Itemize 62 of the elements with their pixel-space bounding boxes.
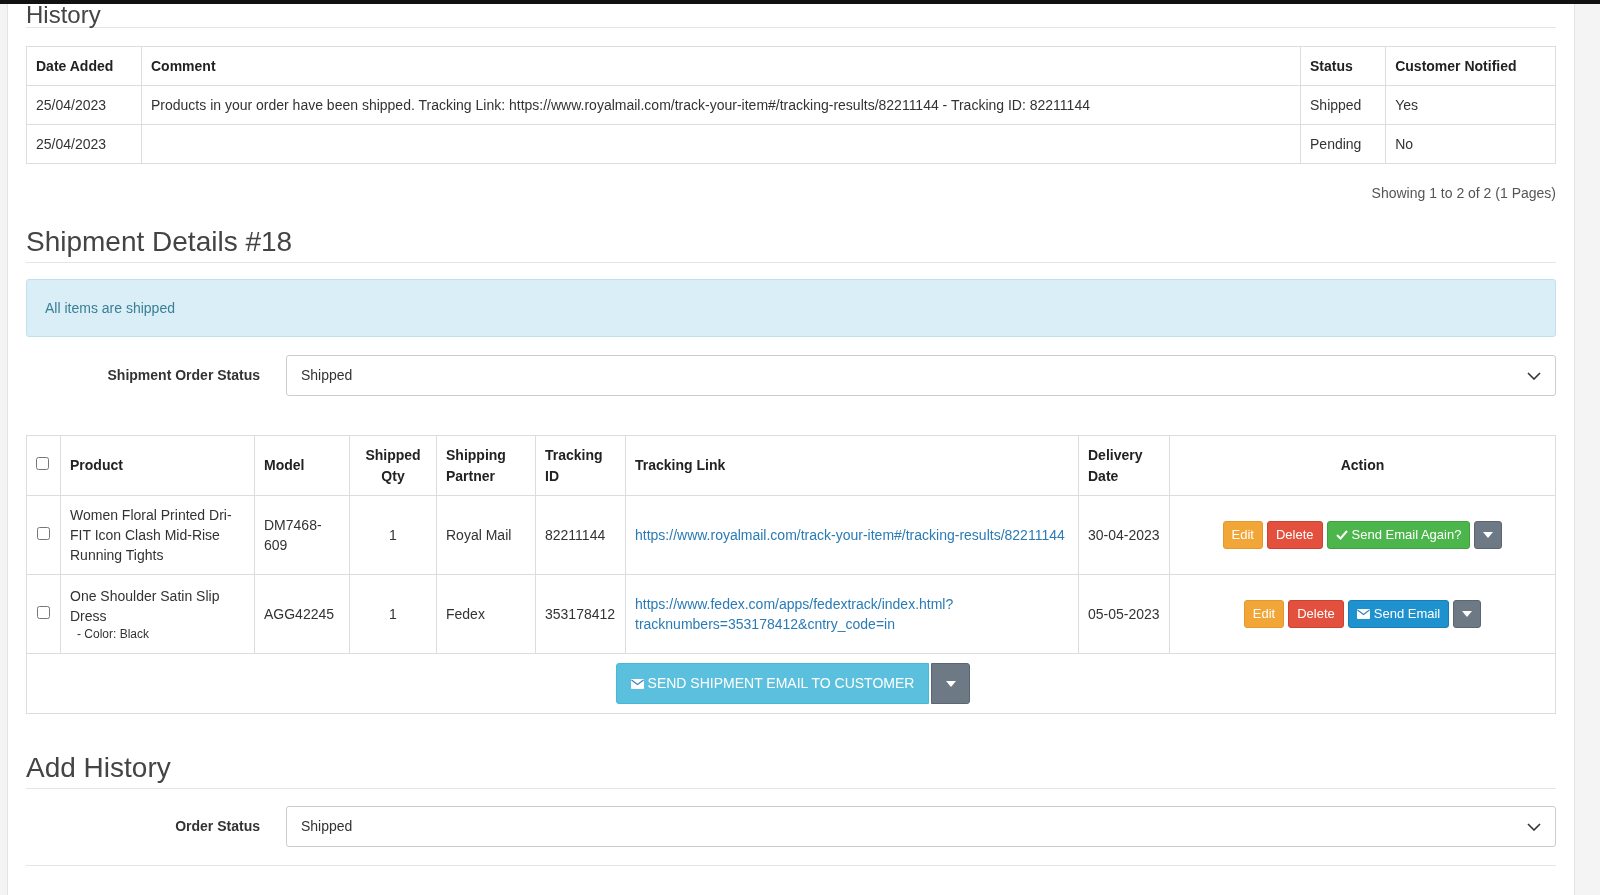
table-cell: Yes xyxy=(1395,96,1419,113)
table-cell: DM7468-609 xyxy=(264,517,322,553)
table-cell: 353178412 xyxy=(545,605,616,622)
table-cell: 82211144 xyxy=(545,526,606,543)
table-cell: Royal Mail xyxy=(446,526,512,543)
table-cell: Shipped xyxy=(1310,96,1362,113)
product-name: One Shoulder Satin Slip Dress xyxy=(70,587,221,626)
column-header: Tracking Link xyxy=(635,457,726,473)
select-all-checkbox[interactable] xyxy=(36,457,49,470)
field-label: Order Status xyxy=(174,817,261,836)
edit-button[interactable]: Edit xyxy=(1243,600,1285,628)
edit-button[interactable]: Edit xyxy=(1222,521,1263,549)
section-title: Shipment Details #18 xyxy=(26,225,294,259)
delete-button[interactable]: Delete xyxy=(1288,600,1344,628)
mail-icon xyxy=(1356,609,1370,619)
table-cell: 30-04-2023 xyxy=(1088,527,1160,543)
column-header: Comment xyxy=(151,57,216,74)
status-select[interactable]: Shipped xyxy=(286,355,1556,396)
product-option: - Color: Black xyxy=(70,626,245,642)
dropdown-button[interactable] xyxy=(931,663,971,704)
table-cell: 1 xyxy=(389,526,397,543)
table-cell: 05-05-2023 xyxy=(1088,606,1160,622)
column-header: Model xyxy=(264,457,305,473)
table-cell: Fedex xyxy=(446,605,485,622)
column-header: Status xyxy=(1310,57,1353,74)
column-header: Customer Notified xyxy=(1395,57,1517,74)
table-cell: 25/04/2023 xyxy=(36,135,107,152)
column-header: Action xyxy=(1340,457,1385,473)
row-checkbox[interactable] xyxy=(37,605,50,619)
resend-email-button[interactable]: Send Email Again? xyxy=(1326,521,1471,549)
column-header: Date Added xyxy=(36,57,114,74)
table-cell: No xyxy=(1395,135,1414,152)
table-cell: Products in your order have been shipped. Tracking Link: https://www.royalmail.com/track-your-item#/tracking-results/82211144 - Tracking ID: 82211144 xyxy=(151,96,1090,113)
info-alert: All items are shipped xyxy=(26,279,1556,337)
send-shipment-email-button[interactable]: SEND SHIPMENT EMAIL TO CUSTOMER xyxy=(615,663,930,704)
send-email-button[interactable]: Send Email xyxy=(1347,600,1450,628)
row-checkbox[interactable] xyxy=(37,526,50,540)
table-cell: 25/04/2023 xyxy=(36,96,107,113)
column-header: Delivery Date xyxy=(1088,446,1143,484)
section-title: History xyxy=(26,4,101,27)
dropdown-button[interactable] xyxy=(1453,600,1482,628)
column-header: Shipping Partner xyxy=(446,446,506,484)
table-cell: AGG42245 xyxy=(264,606,335,622)
check-icon xyxy=(1335,530,1348,540)
caret-icon xyxy=(1462,611,1473,617)
section-title: Add History xyxy=(26,751,172,785)
dropdown-button[interactable] xyxy=(1474,521,1503,549)
delete-button[interactable]: Delete xyxy=(1267,521,1323,549)
column-header: Tracking ID xyxy=(545,446,603,484)
table-cell: 1 xyxy=(389,605,397,622)
product-name: Women Floral Printed Dri-FIT Icon Clash Mid-Rise Running Tights xyxy=(70,506,233,565)
field-label: Shipment Order Status xyxy=(106,366,261,385)
column-header: Shipped Qty xyxy=(365,446,421,484)
chevron-down-icon xyxy=(1527,822,1541,831)
status-select[interactable]: Shipped xyxy=(286,806,1556,847)
caret-icon xyxy=(945,680,956,687)
caret-icon xyxy=(1483,532,1494,538)
mail-icon xyxy=(630,678,644,689)
column-header: Product xyxy=(70,457,123,473)
chevron-down-icon xyxy=(1527,371,1541,380)
pagination-text: Showing 1 to 2 of 2 (1 Pages) xyxy=(1371,184,1556,203)
table-cell: Pending xyxy=(1310,135,1362,152)
